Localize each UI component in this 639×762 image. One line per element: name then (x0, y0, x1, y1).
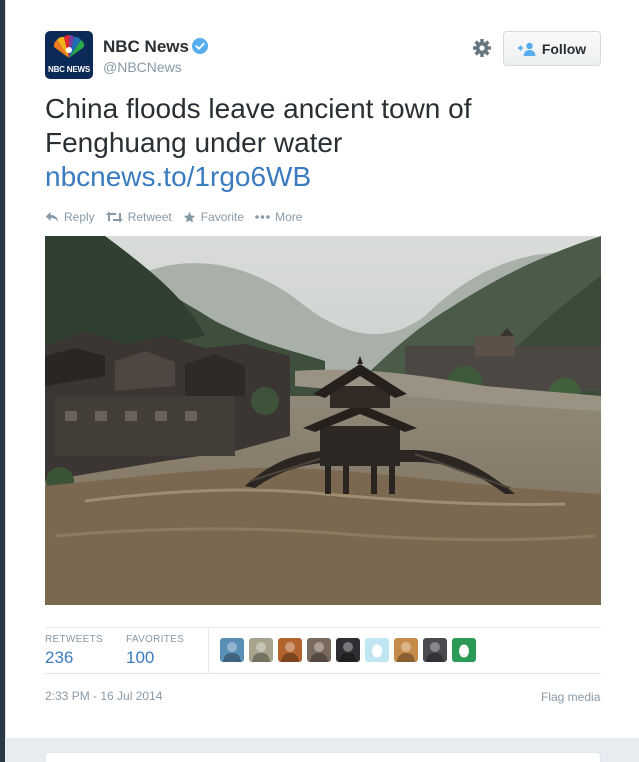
egg-icon (372, 644, 382, 658)
favorite-star-icon (183, 211, 195, 223)
favoriter-avatar[interactable] (307, 638, 331, 662)
person-photo-icon (223, 642, 241, 662)
tweet-actions: Reply Retweet Favorite More (45, 209, 313, 225)
favorites-count[interactable]: 100 (126, 648, 154, 668)
favoriter-avatar[interactable] (278, 638, 302, 662)
tweet-text: China floods leave ancient town of Fengh… (45, 92, 605, 160)
nbc-peacock-icon (53, 34, 85, 58)
verified-badge-icon (192, 38, 208, 54)
retweets-count[interactable]: 236 (45, 648, 73, 668)
stats-separator (208, 628, 209, 673)
favorite-label: Favorite (200, 210, 245, 224)
favoriter-avatar[interactable] (220, 638, 244, 662)
retweet-icon (105, 211, 123, 223)
person-photo-icon (426, 642, 444, 662)
follow-person-icon (517, 42, 536, 56)
person-photo-icon (252, 642, 270, 662)
favoriter-avatar[interactable] (394, 638, 418, 662)
favoriter-avatar[interactable] (249, 638, 273, 662)
more-label: More (275, 210, 303, 224)
reply-action[interactable]: Reply (45, 210, 95, 224)
tweet-timestamp: 2:33 PM - 16 Jul 2014 (45, 689, 163, 703)
favoriter-avatar-egg[interactable] (365, 638, 389, 662)
person-photo-icon (281, 642, 299, 662)
retweet-label: Retweet (127, 210, 172, 224)
favoriter-avatars (220, 638, 476, 662)
avatar-logo-text: NBC NEWS (48, 65, 90, 74)
person-photo-icon (339, 642, 357, 662)
account-name[interactable]: NBC News (103, 37, 189, 57)
tweet-text-line-1: China floods leave ancient town of (45, 93, 472, 124)
tweet-link[interactable]: nbcnews.to/1rgo6WB (45, 160, 311, 194)
stats-divider-bottom (45, 673, 601, 674)
tweet-photo[interactable] (45, 236, 601, 605)
more-dots-icon (255, 215, 270, 219)
more-action[interactable]: More (255, 210, 302, 224)
gear-icon[interactable] (472, 38, 492, 58)
favorite-action[interactable]: Favorite (183, 210, 244, 224)
tweet-text-line-2: Fenghuang under water (45, 127, 343, 158)
avatar[interactable]: NBC NEWS (45, 31, 93, 79)
favoriter-avatar-egg[interactable] (452, 638, 476, 662)
reply-box-edge (45, 752, 601, 762)
egg-icon (459, 644, 469, 658)
person-photo-icon (310, 642, 328, 662)
follow-button-label: Follow (541, 40, 587, 57)
retweet-action[interactable]: Retweet (105, 210, 172, 224)
stats-divider-top (45, 627, 601, 628)
retweets-label: RETWEETS (45, 634, 103, 645)
favorites-label: FAVORITES (126, 634, 185, 645)
person-photo-icon (397, 642, 415, 662)
favoriter-avatar[interactable] (423, 638, 447, 662)
flood-photo-illustration (45, 236, 601, 605)
flag-media-link[interactable]: Flag media (541, 690, 600, 704)
follow-button[interactable]: Follow (503, 31, 601, 66)
account-handle[interactable]: @NBCNews (103, 59, 182, 75)
reply-icon (45, 212, 59, 222)
favoriter-avatar[interactable] (336, 638, 360, 662)
reply-label: Reply (64, 210, 95, 224)
